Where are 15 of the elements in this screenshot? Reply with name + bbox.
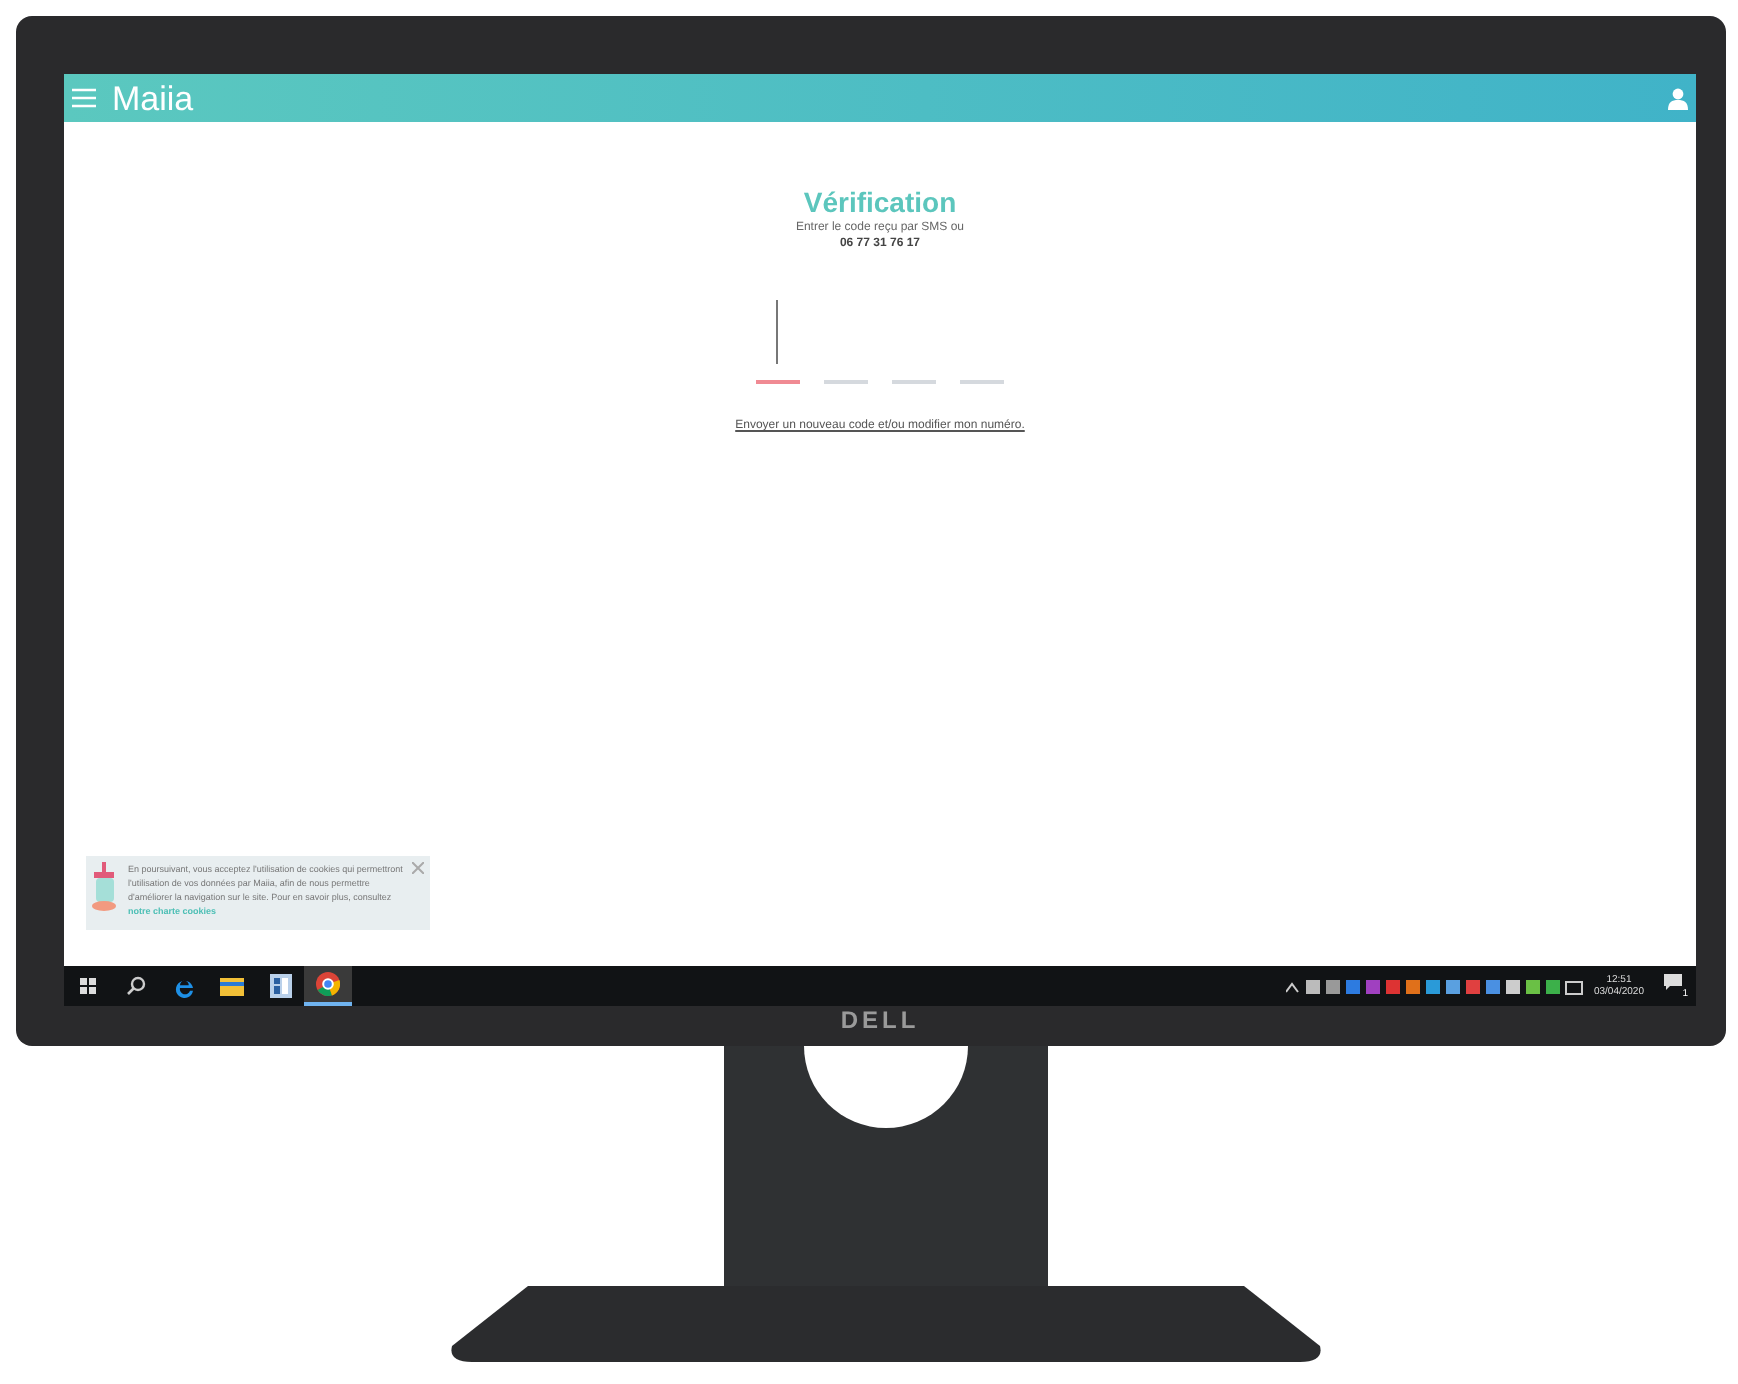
code-input-field[interactable] [756,300,800,384]
taskbar-app-button[interactable] [304,966,352,1006]
text-cursor [776,300,778,364]
round-app-icon [316,972,340,996]
message-icon [1664,974,1682,990]
search-icon [126,976,146,996]
user-icon[interactable] [1668,87,1688,109]
page-title: Vérification [803,188,957,216]
jar-icon [92,862,120,914]
browser-e-icon [173,975,195,997]
monitor-brand-logo: DELL [840,1008,920,1032]
document-icon [269,974,291,998]
windows-icon [80,978,96,994]
app-logo: Maiia [112,81,194,115]
folder-icon [220,976,244,996]
